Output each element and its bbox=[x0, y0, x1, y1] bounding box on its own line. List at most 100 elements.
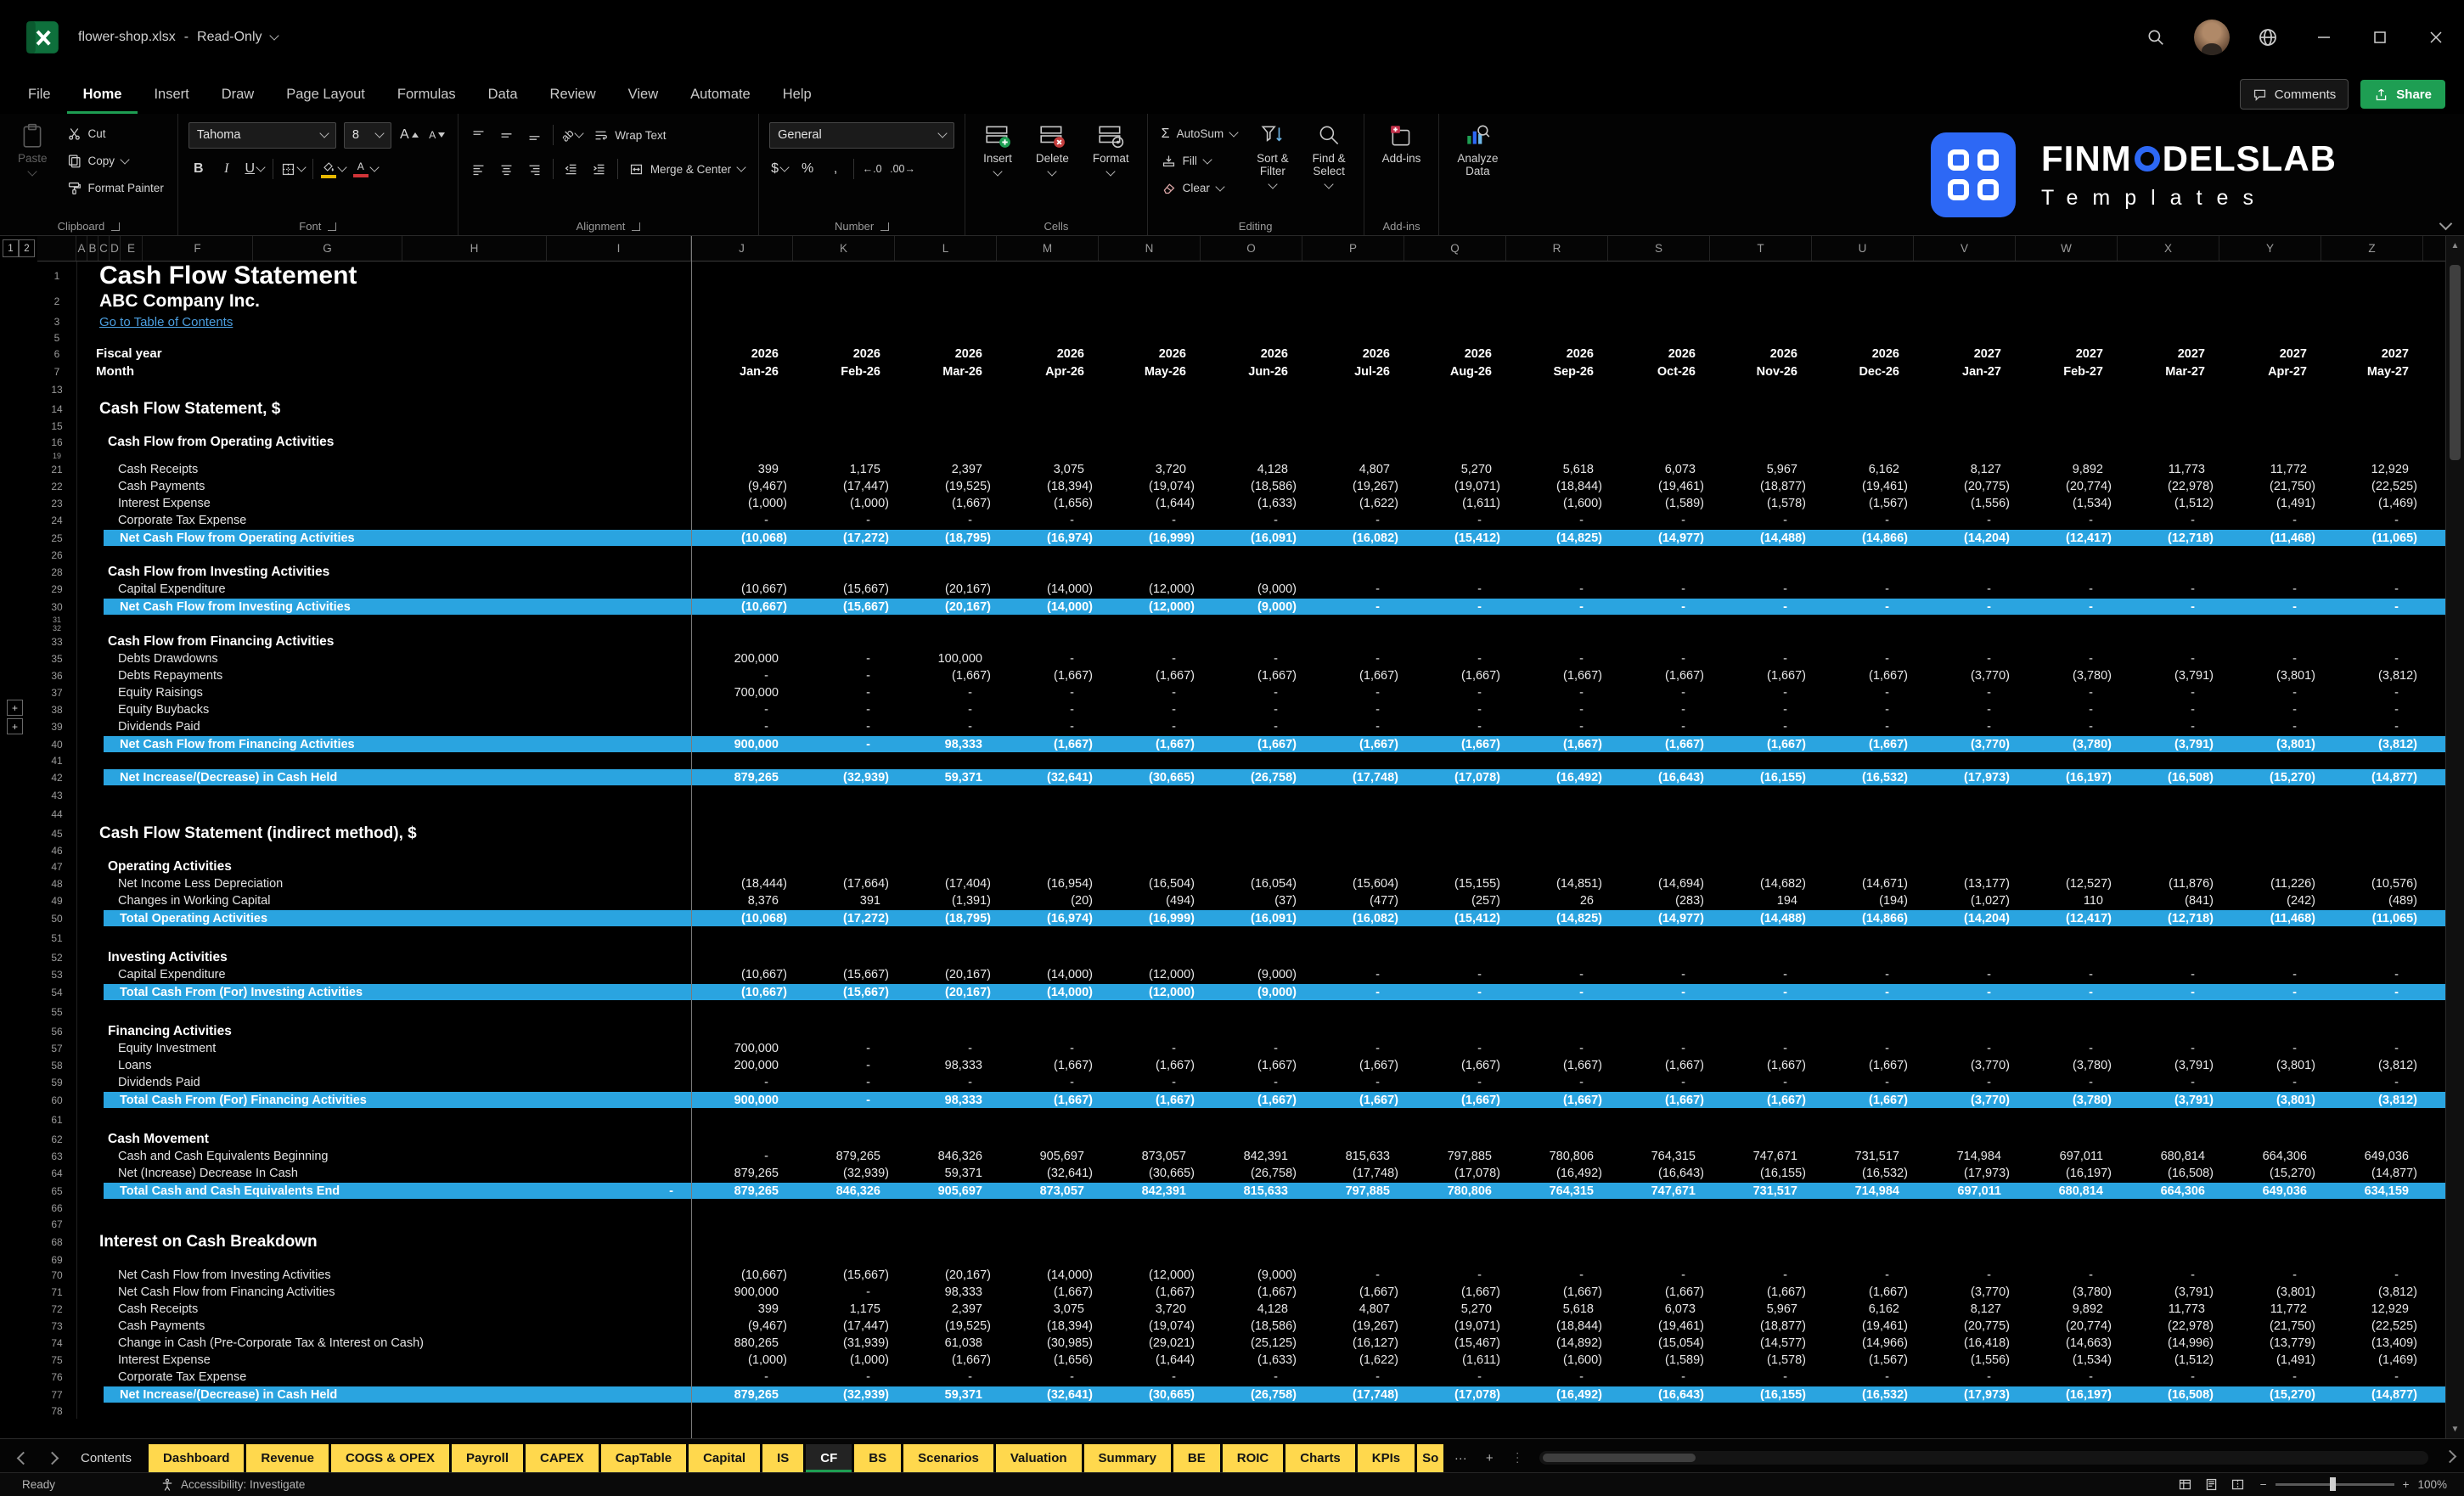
cell-K59[interactable]: - bbox=[794, 1076, 896, 1089]
number-format-select[interactable]: General bbox=[769, 122, 954, 149]
cell-P64[interactable]: (17,748) bbox=[1303, 1167, 1405, 1180]
cell-T53[interactable]: - bbox=[1711, 968, 1813, 981]
cell-U49[interactable]: (194) bbox=[1813, 894, 1915, 908]
cell-X7[interactable]: Mar-27 bbox=[2118, 365, 2220, 379]
cell-P76[interactable]: - bbox=[1303, 1370, 1405, 1384]
cell-M64[interactable]: (32,641) bbox=[998, 1167, 1100, 1180]
cell-R59[interactable]: - bbox=[1507, 1076, 1609, 1089]
cell-W63[interactable]: 697,011 bbox=[2017, 1150, 2118, 1163]
row-header-30[interactable]: 30 bbox=[37, 598, 77, 616]
cell-K57[interactable]: - bbox=[794, 1042, 896, 1055]
cell-P39[interactable]: - bbox=[1303, 720, 1405, 734]
sheet-tab-capital[interactable]: Capital bbox=[689, 1444, 760, 1472]
cell-Q48[interactable]: (15,155) bbox=[1405, 877, 1507, 891]
sheet-tab-cf[interactable]: CF bbox=[806, 1444, 852, 1472]
cell-Z73[interactable]: (22,525) bbox=[2322, 1319, 2424, 1333]
ribbon-tab-insert[interactable]: Insert bbox=[138, 75, 205, 114]
cell-P24[interactable]: - bbox=[1303, 514, 1405, 527]
cell-J72[interactable]: 399 bbox=[692, 1302, 794, 1316]
cell-R42[interactable]: (16,492) bbox=[1507, 771, 1609, 785]
cell-R24[interactable]: - bbox=[1507, 514, 1609, 527]
cell-Q74[interactable]: (15,467) bbox=[1405, 1336, 1507, 1350]
cell-K24[interactable]: - bbox=[794, 514, 896, 527]
cell-N70[interactable]: (12,000) bbox=[1100, 1268, 1201, 1282]
cell-W21[interactable]: 9,892 bbox=[2017, 463, 2118, 476]
cell-N42[interactable]: (30,665) bbox=[1100, 771, 1201, 785]
cell-P40[interactable]: (1,667) bbox=[1303, 738, 1405, 751]
cell-V38[interactable]: - bbox=[1915, 703, 2017, 717]
row-header-16[interactable]: 16 bbox=[37, 433, 77, 451]
cell-Z38[interactable]: - bbox=[2322, 703, 2424, 717]
cell-R23[interactable]: (1,600) bbox=[1507, 497, 1609, 510]
cell-Z49[interactable]: (489) bbox=[2322, 894, 2424, 908]
cell-P25[interactable]: (16,082) bbox=[1303, 531, 1405, 545]
cell-J64[interactable]: 879,265 bbox=[692, 1167, 794, 1180]
cell-W71[interactable]: (3,780) bbox=[2017, 1285, 2118, 1299]
underline-button[interactable]: U bbox=[245, 157, 265, 181]
cell-M74[interactable]: (30,985) bbox=[998, 1336, 1100, 1350]
cell-Z77[interactable]: (14,877) bbox=[2322, 1388, 2424, 1402]
cell-W6[interactable]: 2027 bbox=[2017, 347, 2118, 361]
cell-W42[interactable]: (16,197) bbox=[2017, 771, 2118, 785]
cell-M76[interactable]: - bbox=[998, 1370, 1100, 1384]
cell-Y37[interactable]: - bbox=[2220, 686, 2322, 700]
column-header-N[interactable]: N bbox=[1099, 236, 1201, 261]
cell-L58[interactable]: 98,333 bbox=[896, 1059, 998, 1072]
row-header-52[interactable]: 52 bbox=[37, 948, 77, 966]
cell-J57[interactable]: 700,000 bbox=[692, 1042, 794, 1055]
cell-W70[interactable]: - bbox=[2017, 1268, 2118, 1282]
cell-J6[interactable]: 2026 bbox=[692, 347, 794, 361]
cell-Z23[interactable]: (1,469) bbox=[2322, 497, 2424, 510]
cell-U40[interactable]: (1,667) bbox=[1813, 738, 1915, 751]
cell-Q71[interactable]: (1,667) bbox=[1405, 1285, 1507, 1299]
cell-Q42[interactable]: (17,078) bbox=[1405, 771, 1507, 785]
cell-Y64[interactable]: (15,270) bbox=[2220, 1167, 2322, 1180]
next-sheet-button[interactable] bbox=[37, 1443, 66, 1472]
cell-O59[interactable]: - bbox=[1201, 1076, 1303, 1089]
column-header-A[interactable]: A bbox=[76, 236, 87, 261]
cell-N40[interactable]: (1,667) bbox=[1100, 738, 1201, 751]
row-header-61[interactable]: 61 bbox=[37, 1109, 77, 1130]
cell-J39[interactable]: - bbox=[692, 720, 794, 734]
cell-O74[interactable]: (25,125) bbox=[1201, 1336, 1303, 1350]
cell-R21[interactable]: 5,618 bbox=[1507, 463, 1609, 476]
cell-V39[interactable]: - bbox=[1915, 720, 2017, 734]
cell-T21[interactable]: 5,967 bbox=[1711, 463, 1813, 476]
column-header-X[interactable]: X bbox=[2118, 236, 2219, 261]
cell-Y36[interactable]: (3,801) bbox=[2220, 669, 2322, 683]
cell-V21[interactable]: 8,127 bbox=[1915, 463, 2017, 476]
cell-T50[interactable]: (14,488) bbox=[1711, 912, 1813, 925]
cell-Z36[interactable]: (3,812) bbox=[2322, 669, 2424, 683]
cell-U22[interactable]: (19,461) bbox=[1813, 480, 1915, 493]
sheet-tab-payroll[interactable]: Payroll bbox=[452, 1444, 523, 1472]
cell-label-64[interactable]: Net (Increase) Decrease In Cash bbox=[77, 1167, 692, 1180]
cell-R6[interactable]: 2026 bbox=[1507, 347, 1609, 361]
cell-Z24[interactable]: - bbox=[2322, 514, 2424, 527]
cell-S25[interactable]: (14,977) bbox=[1609, 531, 1711, 545]
cell-Y59[interactable]: - bbox=[2220, 1076, 2322, 1089]
cell-N59[interactable]: - bbox=[1100, 1076, 1201, 1089]
row-header-64[interactable]: 64 bbox=[37, 1165, 77, 1182]
cell-T36[interactable]: (1,667) bbox=[1711, 669, 1813, 683]
cell-S57[interactable]: - bbox=[1609, 1042, 1711, 1055]
cell-T48[interactable]: (14,682) bbox=[1711, 877, 1813, 891]
cell-T35[interactable]: - bbox=[1711, 652, 1813, 666]
column-header-I[interactable]: I bbox=[547, 236, 691, 261]
more-sheets-button[interactable]: ··· bbox=[1446, 1443, 1475, 1472]
cell-T57[interactable]: - bbox=[1711, 1042, 1813, 1055]
cell-U57[interactable]: - bbox=[1813, 1042, 1915, 1055]
cell-label-68[interactable]: Interest on Cash Breakdown bbox=[77, 1233, 692, 1251]
cell-U73[interactable]: (19,461) bbox=[1813, 1319, 1915, 1333]
cell-L25[interactable]: (18,795) bbox=[896, 531, 998, 545]
cell-Y25[interactable]: (11,468) bbox=[2220, 531, 2322, 545]
cell-T37[interactable]: - bbox=[1711, 686, 1813, 700]
cell-Q40[interactable]: (1,667) bbox=[1405, 738, 1507, 751]
align-bottom-button[interactable] bbox=[525, 123, 545, 147]
cell-L70[interactable]: (20,167) bbox=[896, 1268, 998, 1282]
cell-label-63[interactable]: Cash and Cash Equivalents Beginning bbox=[77, 1150, 692, 1163]
cell-label-14[interactable]: Cash Flow Statement, $ bbox=[77, 400, 692, 419]
cell-O49[interactable]: (37) bbox=[1201, 894, 1303, 908]
cell-P72[interactable]: 4,807 bbox=[1303, 1302, 1405, 1316]
add-ins-button[interactable]: Add-ins bbox=[1375, 121, 1429, 166]
cell-M77[interactable]: (32,641) bbox=[998, 1388, 1100, 1402]
